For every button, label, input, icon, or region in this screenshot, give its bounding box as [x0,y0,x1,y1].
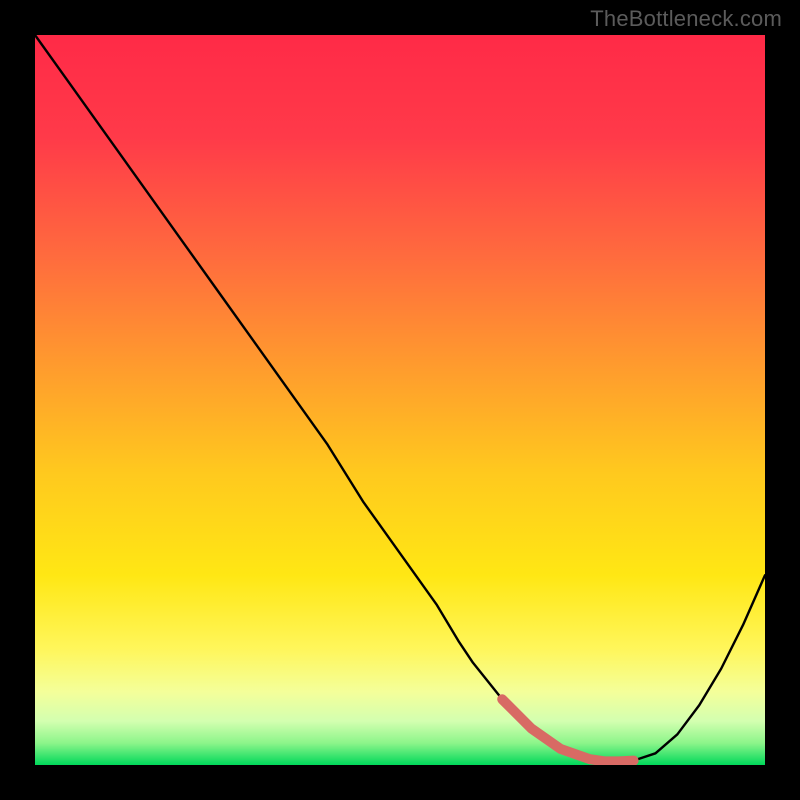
chart-stage: TheBottleneck.com [0,0,800,800]
watermark-text: TheBottleneck.com [590,6,782,32]
plot-area [35,35,765,765]
bottleneck-curve [35,35,765,761]
optimal-range-highlight [502,699,633,761]
plot-curves-layer [35,35,765,765]
